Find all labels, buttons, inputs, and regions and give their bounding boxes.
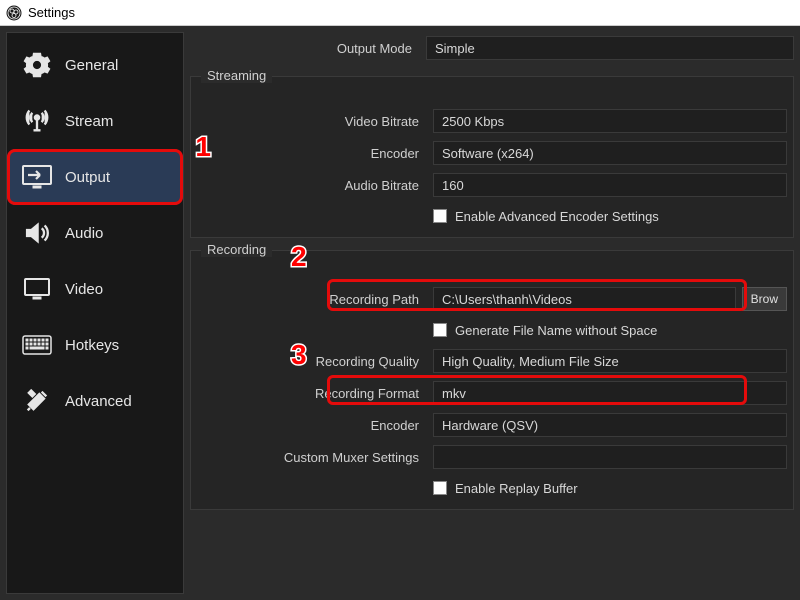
label-enable-advanced[interactable]: Enable Advanced Encoder Settings (455, 209, 659, 224)
annotation-2: 2 (291, 241, 307, 273)
sidebar-item-advanced[interactable]: Advanced (7, 373, 183, 429)
sidebar-item-label: Hotkeys (65, 337, 119, 354)
row-output-mode: Output Mode Simple (190, 32, 794, 64)
row-recording-quality: 3 Recording Quality High Quality, Medium… (197, 345, 787, 377)
checkbox-gen-filename[interactable] (433, 323, 447, 337)
value-recording-format: mkv (442, 386, 466, 401)
label-video-bitrate: Video Bitrate (197, 114, 427, 129)
row-audio-bitrate: Audio Bitrate 160 (197, 169, 787, 201)
select-output-mode[interactable]: Simple (426, 36, 794, 60)
sidebar-item-label: Audio (65, 225, 103, 242)
legend-streaming: Streaming (201, 68, 272, 83)
select-recording-encoder[interactable]: Hardware (QSV) (433, 413, 787, 437)
label-replay-buffer[interactable]: Enable Replay Buffer (455, 481, 578, 496)
value-recording-encoder: Hardware (QSV) (442, 418, 538, 433)
value-video-bitrate: 2500 Kbps (442, 114, 504, 129)
output-screen-icon (21, 164, 53, 190)
sidebar-item-audio[interactable]: Audio (7, 205, 183, 261)
label-output-mode: Output Mode (190, 41, 420, 56)
sidebar-item-label: Video (65, 281, 103, 298)
label-browse: Brow (751, 292, 778, 306)
value-audio-bitrate: 160 (442, 178, 464, 193)
group-streaming: Streaming Video Bitrate 2500 Kbps Encode… (190, 76, 794, 238)
label-recording-path: Recording Path (197, 292, 427, 307)
sidebar-item-output[interactable]: Output 1 (7, 149, 183, 205)
sidebar-item-label: Advanced (65, 393, 132, 410)
row-video-bitrate: Video Bitrate 2500 Kbps (197, 105, 787, 137)
checkbox-replay-buffer[interactable] (433, 481, 447, 495)
select-recording-quality[interactable]: High Quality, Medium File Size (433, 349, 787, 373)
sidebar-item-label: General (65, 57, 118, 74)
label-muxer: Custom Muxer Settings (197, 450, 427, 465)
row-recording-encoder: Encoder Hardware (QSV) (197, 409, 787, 441)
annotation-3: 3 (291, 339, 307, 371)
tools-icon (21, 387, 53, 415)
value-recording-quality: High Quality, Medium File Size (442, 354, 619, 369)
row-streaming-encoder: Encoder Software (x264) (197, 137, 787, 169)
row-recording-format: Recording Format mkv (197, 377, 787, 409)
sidebar-item-hotkeys[interactable]: Hotkeys (7, 317, 183, 373)
annotation-1: 1 (195, 131, 211, 163)
value-streaming-encoder: Software (x264) (442, 146, 534, 161)
obs-app-icon (6, 5, 22, 21)
gear-icon (21, 51, 53, 79)
input-video-bitrate[interactable]: 2500 Kbps (433, 109, 787, 133)
sidebar-item-label: Output (65, 169, 110, 186)
window-title: Settings (28, 5, 75, 20)
speaker-icon (21, 219, 53, 247)
antenna-icon (21, 107, 53, 135)
legend-recording: Recording (201, 242, 272, 257)
sidebar-item-label: Stream (65, 113, 113, 130)
select-recording-format[interactable]: mkv (433, 381, 787, 405)
settings-content: Output Mode Simple Streaming Video Bitra… (190, 32, 794, 594)
row-replay-buffer: Enable Replay Buffer (197, 473, 787, 503)
select-audio-bitrate[interactable]: 160 (433, 173, 787, 197)
browse-button[interactable]: Brow (742, 287, 787, 311)
input-muxer[interactable] (433, 445, 787, 469)
row-recording-path: Recording Path C:\Users\thanh\Videos Bro… (197, 283, 787, 315)
input-recording-path[interactable]: C:\Users\thanh\Videos (433, 287, 736, 311)
keyboard-icon (21, 335, 53, 355)
label-audio-bitrate: Audio Bitrate (197, 178, 427, 193)
sidebar-item-general[interactable]: General (7, 37, 183, 93)
main-area: General Stream Output 1 Audio Vide (0, 26, 800, 600)
label-recording-quality: Recording Quality (197, 354, 427, 369)
label-recording-encoder: Encoder (197, 418, 427, 433)
value-recording-path: C:\Users\thanh\Videos (442, 292, 572, 307)
settings-sidebar: General Stream Output 1 Audio Vide (6, 32, 184, 594)
label-gen-filename[interactable]: Generate File Name without Space (455, 323, 657, 338)
label-recording-format: Recording Format (197, 386, 427, 401)
select-streaming-encoder[interactable]: Software (x264) (433, 141, 787, 165)
row-enable-advanced: Enable Advanced Encoder Settings (197, 201, 787, 231)
sidebar-item-video[interactable]: Video (7, 261, 183, 317)
window-titlebar: Settings (0, 0, 800, 26)
value-output-mode: Simple (435, 41, 475, 56)
row-muxer: Custom Muxer Settings (197, 441, 787, 473)
group-recording: Recording 2 Recording Path C:\Users\than… (190, 250, 794, 510)
monitor-icon (21, 275, 53, 303)
row-gen-filename: Generate File Name without Space (197, 315, 787, 345)
sidebar-item-stream[interactable]: Stream (7, 93, 183, 149)
checkbox-enable-advanced[interactable] (433, 209, 447, 223)
label-streaming-encoder: Encoder (197, 146, 427, 161)
